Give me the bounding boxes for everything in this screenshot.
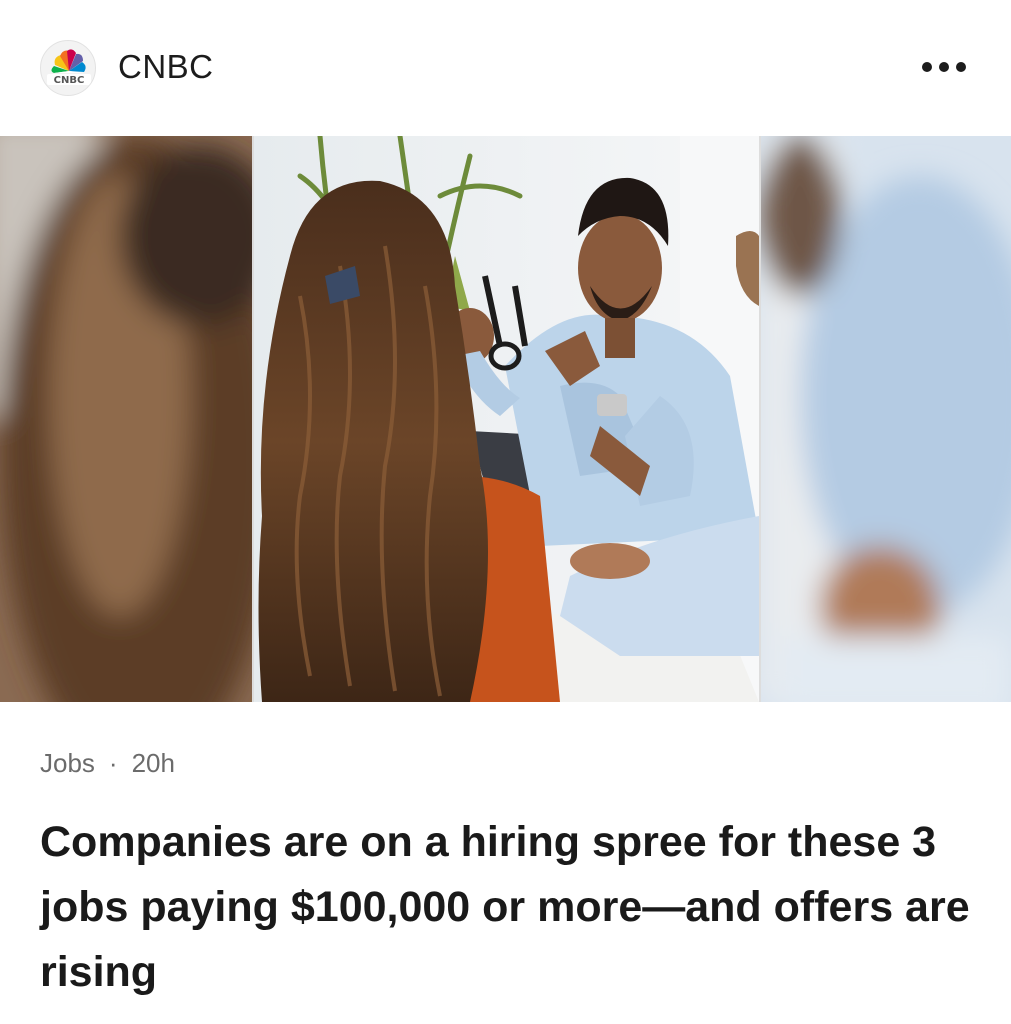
- article-hero-image[interactable]: [0, 136, 1011, 702]
- svg-text:CNBC: CNBC: [54, 75, 85, 86]
- article-category[interactable]: Jobs: [40, 748, 95, 778]
- article-meta: Jobs · 20h: [40, 748, 175, 779]
- meta-separator: ·: [108, 748, 118, 778]
- post-header: CNBC CNBC: [0, 0, 1011, 136]
- publisher-name[interactable]: CNBC: [118, 48, 214, 86]
- photo-office-meeting: [0, 136, 1011, 702]
- cnbc-logo-avatar[interactable]: CNBC: [40, 40, 96, 96]
- cnbc-peacock-icon: CNBC: [47, 49, 91, 86]
- more-options-icon[interactable]: [916, 52, 972, 84]
- article-headline[interactable]: Companies are on a hiring spree for thes…: [40, 810, 980, 1005]
- article-age: 20h: [131, 748, 175, 778]
